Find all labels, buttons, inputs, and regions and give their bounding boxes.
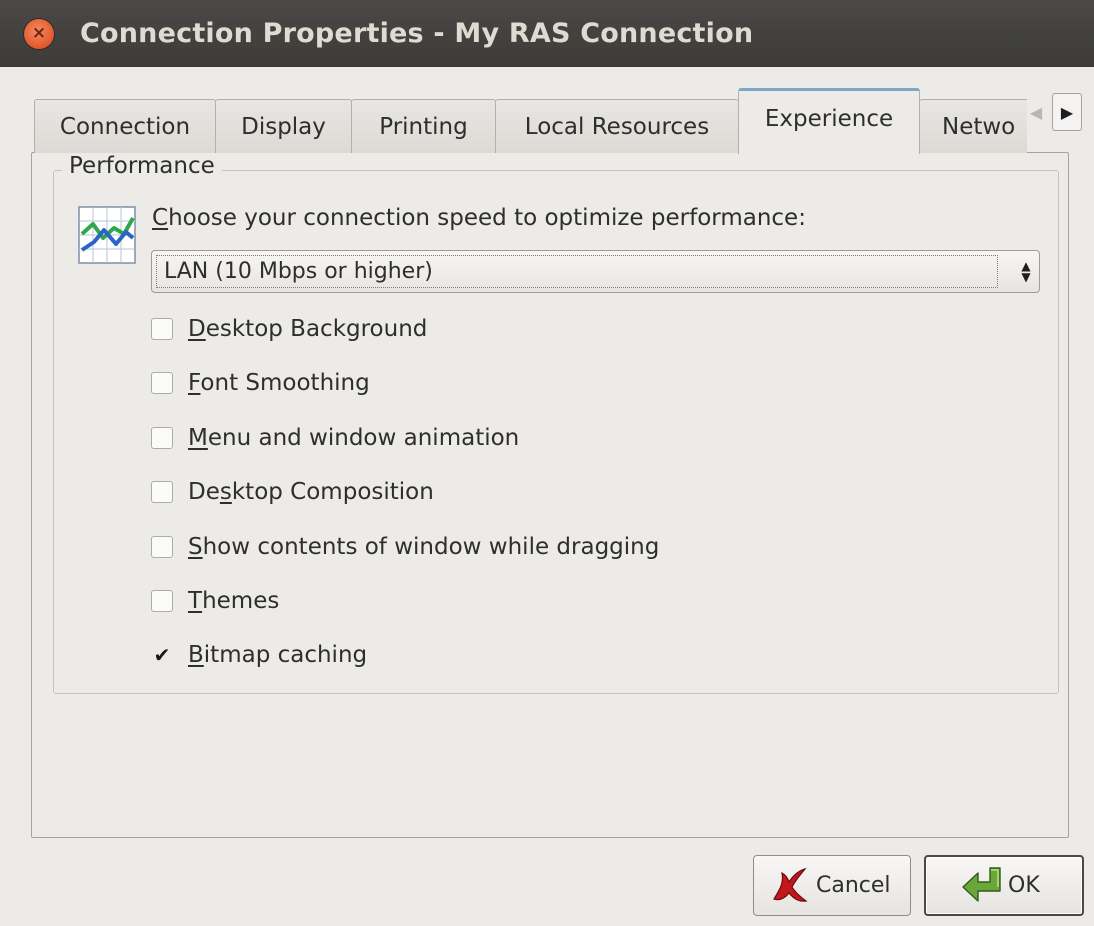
checkbox-box[interactable]	[151, 536, 173, 558]
mnemonic-char: C	[152, 205, 169, 231]
label-text: hoose your connection speed to optimize …	[168, 205, 806, 231]
checkbox-box[interactable]	[151, 318, 173, 340]
performance-chart-icon	[78, 206, 136, 264]
tab-printing[interactable]: Printing	[351, 99, 496, 153]
updown-arrows-icon: ▲ ▼	[1021, 258, 1031, 284]
tab-network[interactable]: Netwo	[919, 99, 1027, 153]
window-title: Connection Properties - My RAS Connectio…	[80, 18, 754, 49]
performance-legend: Performance	[62, 153, 222, 179]
checkbox-label: Desktop Composition	[188, 479, 434, 505]
checkbox-box[interactable]	[151, 590, 173, 612]
checkbox-label: Desktop Background	[188, 316, 428, 342]
checkbox-box[interactable]	[151, 372, 173, 394]
checkbox-font-smoothing[interactable]: Font Smoothing	[151, 368, 370, 398]
cancel-button-label: Cancel	[816, 873, 891, 898]
ok-button[interactable]: OK	[924, 855, 1084, 916]
green-arrow-icon	[962, 866, 1001, 902]
connection-speed-value: LAN (10 Mbps or higher)	[156, 255, 998, 288]
checkbox-box[interactable]	[151, 427, 173, 449]
checkbox-label: Show contents of window while dragging	[188, 534, 660, 560]
close-icon[interactable]: ×	[24, 18, 54, 49]
tab-scroll-right-icon[interactable]: ▶	[1052, 93, 1082, 131]
checkbox-desktop-composition[interactable]: Desktop Composition	[151, 477, 434, 507]
checkbox-show-window-contents[interactable]: Show contents of window while dragging	[151, 532, 659, 562]
tab-bar: Connection Display Printing Local Resour…	[34, 86, 1027, 154]
tab-local-resources[interactable]: Local Resources	[495, 99, 739, 153]
checkbox-desktop-background[interactable]: Desktop Background	[151, 314, 427, 344]
tab-experience[interactable]: Experience	[738, 88, 920, 154]
tab-scroll-left-icon[interactable]: ◀	[1022, 93, 1050, 131]
cancel-button[interactable]: Cancel	[753, 855, 911, 916]
connection-speed-select[interactable]: LAN (10 Mbps or higher) ▲ ▼	[151, 250, 1040, 293]
checkbox-label: Bitmap caching	[188, 642, 368, 668]
checkmark-icon[interactable]: ✔	[151, 643, 173, 667]
red-x-icon	[773, 867, 808, 902]
connection-speed-label: Choose your connection speed to optimize…	[152, 205, 806, 231]
checkbox-themes[interactable]: Themes	[151, 586, 279, 616]
checkbox-box[interactable]	[151, 481, 173, 503]
title-bar: × Connection Properties - My RAS Connect…	[0, 0, 1094, 67]
tab-display[interactable]: Display	[215, 99, 352, 153]
checkbox-label: Themes	[188, 588, 280, 614]
tab-connection[interactable]: Connection	[34, 99, 216, 153]
checkbox-menu-animation[interactable]: Menu and window animation	[151, 423, 519, 453]
checkbox-label: Font Smoothing	[188, 370, 370, 396]
checkbox-label: Menu and window animation	[188, 425, 520, 451]
checkbox-bitmap-caching[interactable]: ✔ Bitmap caching	[151, 640, 368, 670]
ok-button-label: OK	[1008, 873, 1040, 898]
